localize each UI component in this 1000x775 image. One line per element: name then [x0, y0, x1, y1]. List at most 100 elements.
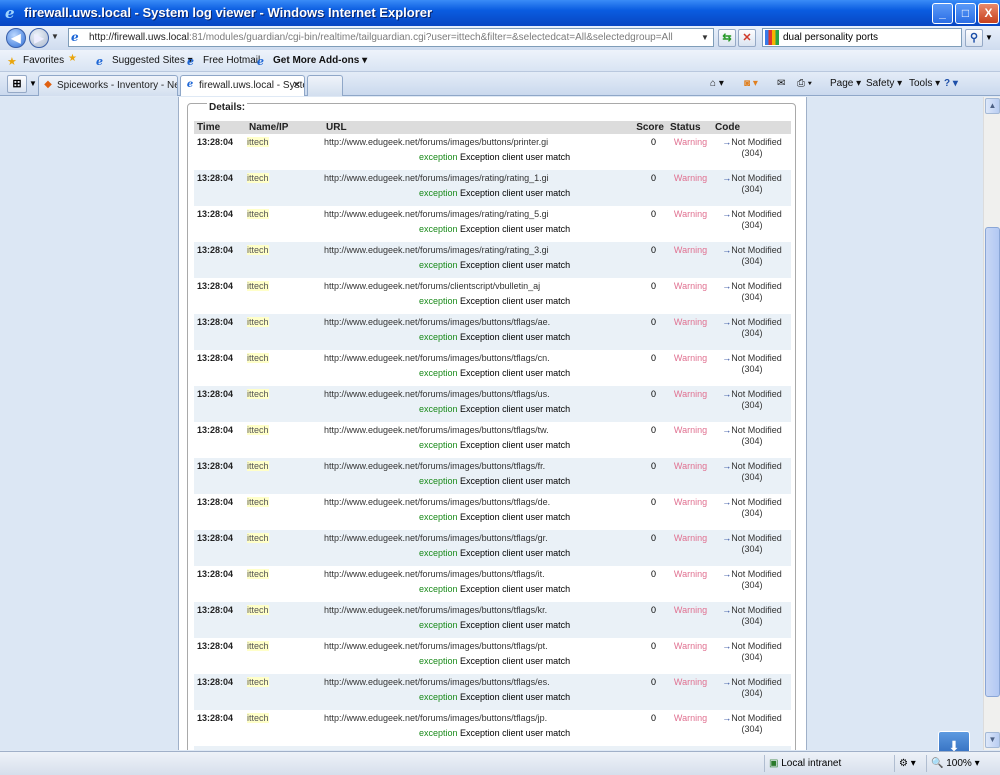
row-code-text: Not Modified — [731, 461, 782, 471]
back-button[interactable]: ◀ — [6, 28, 26, 48]
feeds-icon[interactable]: ◙ ▾ — [744, 76, 758, 92]
restore-button[interactable]: □ — [955, 3, 976, 24]
table-row: 13:28:04 ittech http://www.edugeek.net/for… — [194, 134, 791, 170]
favorites-bar: ★ Favorites ★ e Suggested Sites ▾ e Free Ho… — [0, 50, 1000, 72]
title-bar: e firewall.uws.local - System log viewer… — [0, 0, 1000, 26]
row-status: Warning — [668, 314, 713, 332]
compatibility-view-icon[interactable]: ⇆ — [718, 29, 736, 47]
row-name-value: ittech — [247, 353, 269, 363]
table-row-detail: exception Exception client user match — [194, 332, 791, 350]
row-time: 13:28:04 — [194, 602, 247, 620]
page-menu[interactable]: Page ▾ — [830, 76, 861, 92]
page-content: Details: Time Name/IP URL Score Status C… — [0, 97, 983, 750]
zoom-level[interactable]: 🔍 100% ▾ — [926, 755, 984, 772]
row-time: 13:28:04 — [194, 314, 247, 332]
stop-icon[interactable]: ✕ — [738, 29, 756, 47]
row-name-value: ittech — [247, 173, 269, 183]
row-exception-text: Exception client user match — [460, 584, 571, 594]
row-code-text: Not Modified — [731, 425, 782, 435]
close-button[interactable]: X — [978, 3, 999, 24]
favorites-button[interactable]: ★ Favorites — [7, 53, 64, 69]
address-dropdown-icon[interactable]: ▼ — [698, 30, 712, 45]
row-time: 13:28:04 — [194, 170, 247, 188]
get-more-addons-link[interactable]: e Get More Add-ons ▾ — [257, 53, 367, 69]
address-bar[interactable]: e http://firewall.uws.local:81/modules/g… — [68, 28, 714, 47]
row-name: ittech — [247, 206, 324, 224]
suggested-sites-link[interactable]: e Suggested Sites ▾ — [96, 53, 193, 69]
row-exception: exception Exception client user match — [324, 692, 713, 710]
search-options-dropdown-icon[interactable]: ▼ — [985, 33, 993, 42]
row-status: Warning — [668, 458, 713, 476]
row-name-value: ittech — [247, 209, 269, 219]
print-icon[interactable]: ⎙ ▾ — [797, 76, 812, 92]
free-hotmail-link[interactable]: e Free Hotmail — [187, 53, 260, 69]
row-code-number: (304) — [741, 508, 763, 518]
row-name: ittech — [247, 530, 324, 548]
scroll-thumb[interactable] — [985, 227, 1000, 697]
header-score: Score — [622, 121, 668, 134]
row-status: Warning — [668, 638, 713, 656]
row-url: http://www.edugeek.net/forums/images/but… — [324, 710, 622, 728]
row-code-text: Not Modified — [731, 677, 782, 687]
google-search-icon — [765, 30, 779, 45]
row-code-number: (304) — [741, 580, 763, 590]
row-code-number: (304) — [741, 292, 763, 302]
quick-tabs-icon[interactable]: ⊞ — [7, 75, 27, 93]
row-code: →Not Modified (304) — [713, 602, 791, 638]
arrow-icon: → — [722, 353, 732, 363]
row-name: ittech — [247, 566, 324, 584]
row-code: →Not Modified (304) — [713, 530, 791, 566]
new-tab-button[interactable] — [307, 75, 343, 96]
row-status: Warning — [668, 170, 713, 188]
tab-list-dropdown-icon[interactable]: ▼ — [29, 79, 37, 88]
help-icon[interactable]: ? ▾ — [944, 76, 958, 92]
row-exception-text: Exception client user match — [460, 368, 571, 378]
scroll-down-button[interactable]: ▼ — [985, 732, 1000, 748]
row-time: 13:28:04 — [194, 458, 247, 476]
protected-mode-icon[interactable]: ⚙ ▾ — [894, 755, 924, 772]
recent-pages-dropdown-icon[interactable]: ▼ — [51, 32, 59, 41]
table-row-detail: exception Exception client user match — [194, 584, 791, 602]
row-status: Warning — [668, 602, 713, 620]
add-favorite-icon[interactable]: ★ — [68, 53, 77, 64]
row-name-value: ittech — [247, 713, 269, 723]
row-name: ittech — [247, 458, 324, 476]
row-exception-type: exception — [419, 152, 458, 162]
arrow-icon: → — [722, 425, 732, 435]
row-code: →Not Modified (304) — [713, 674, 791, 710]
safety-menu[interactable]: Safety ▾ — [866, 76, 902, 92]
arrow-icon: → — [722, 713, 732, 723]
scroll-up-button[interactable]: ▲ — [985, 98, 1000, 114]
row-name: ittech — [247, 602, 324, 620]
minimize-button[interactable]: _ — [932, 3, 953, 24]
page-icon: e — [71, 30, 79, 44]
arrow-icon: → — [722, 497, 732, 507]
row-code-text: Not Modified — [731, 533, 782, 543]
row-code-number: (304) — [741, 652, 763, 662]
search-icon[interactable]: ⚲ — [965, 29, 983, 47]
row-score: 0 — [622, 206, 668, 224]
row-time: 13:28:04 — [194, 638, 247, 656]
tab-firewall[interactable]: e firewall.uws.local - Syste... ✕ — [180, 75, 305, 96]
tab-spiceworks[interactable]: ◆ Spiceworks - Inventory - Net... — [38, 75, 178, 96]
search-input[interactable] — [783, 31, 953, 44]
home-icon[interactable]: ⌂ ▾ — [710, 76, 724, 92]
header-status: Status — [668, 121, 713, 134]
row-time: 13:28:04 — [194, 530, 247, 548]
tools-menu[interactable]: Tools ▾ — [909, 76, 940, 92]
row-score: 0 — [622, 386, 668, 404]
forward-button[interactable]: ▶ — [29, 28, 49, 48]
vertical-scrollbar[interactable]: ▲ ▼ — [983, 97, 1000, 750]
row-code-text: Not Modified — [731, 497, 782, 507]
row-code-text: Not Modified — [731, 353, 782, 363]
read-mail-icon[interactable]: ✉ — [777, 76, 785, 92]
arrow-icon: → — [722, 677, 732, 687]
row-time: 13:28:04 — [194, 206, 247, 224]
search-box[interactable] — [762, 28, 962, 47]
ie-logo-icon: e — [5, 4, 15, 22]
row-code: →Not Modified (304) — [713, 386, 791, 422]
ie-page-icon: e — [186, 79, 194, 90]
row-time: 13:28:04 — [194, 350, 247, 368]
row-exception: exception Exception client user match — [324, 512, 713, 530]
close-tab-icon[interactable]: ✕ — [293, 76, 301, 95]
